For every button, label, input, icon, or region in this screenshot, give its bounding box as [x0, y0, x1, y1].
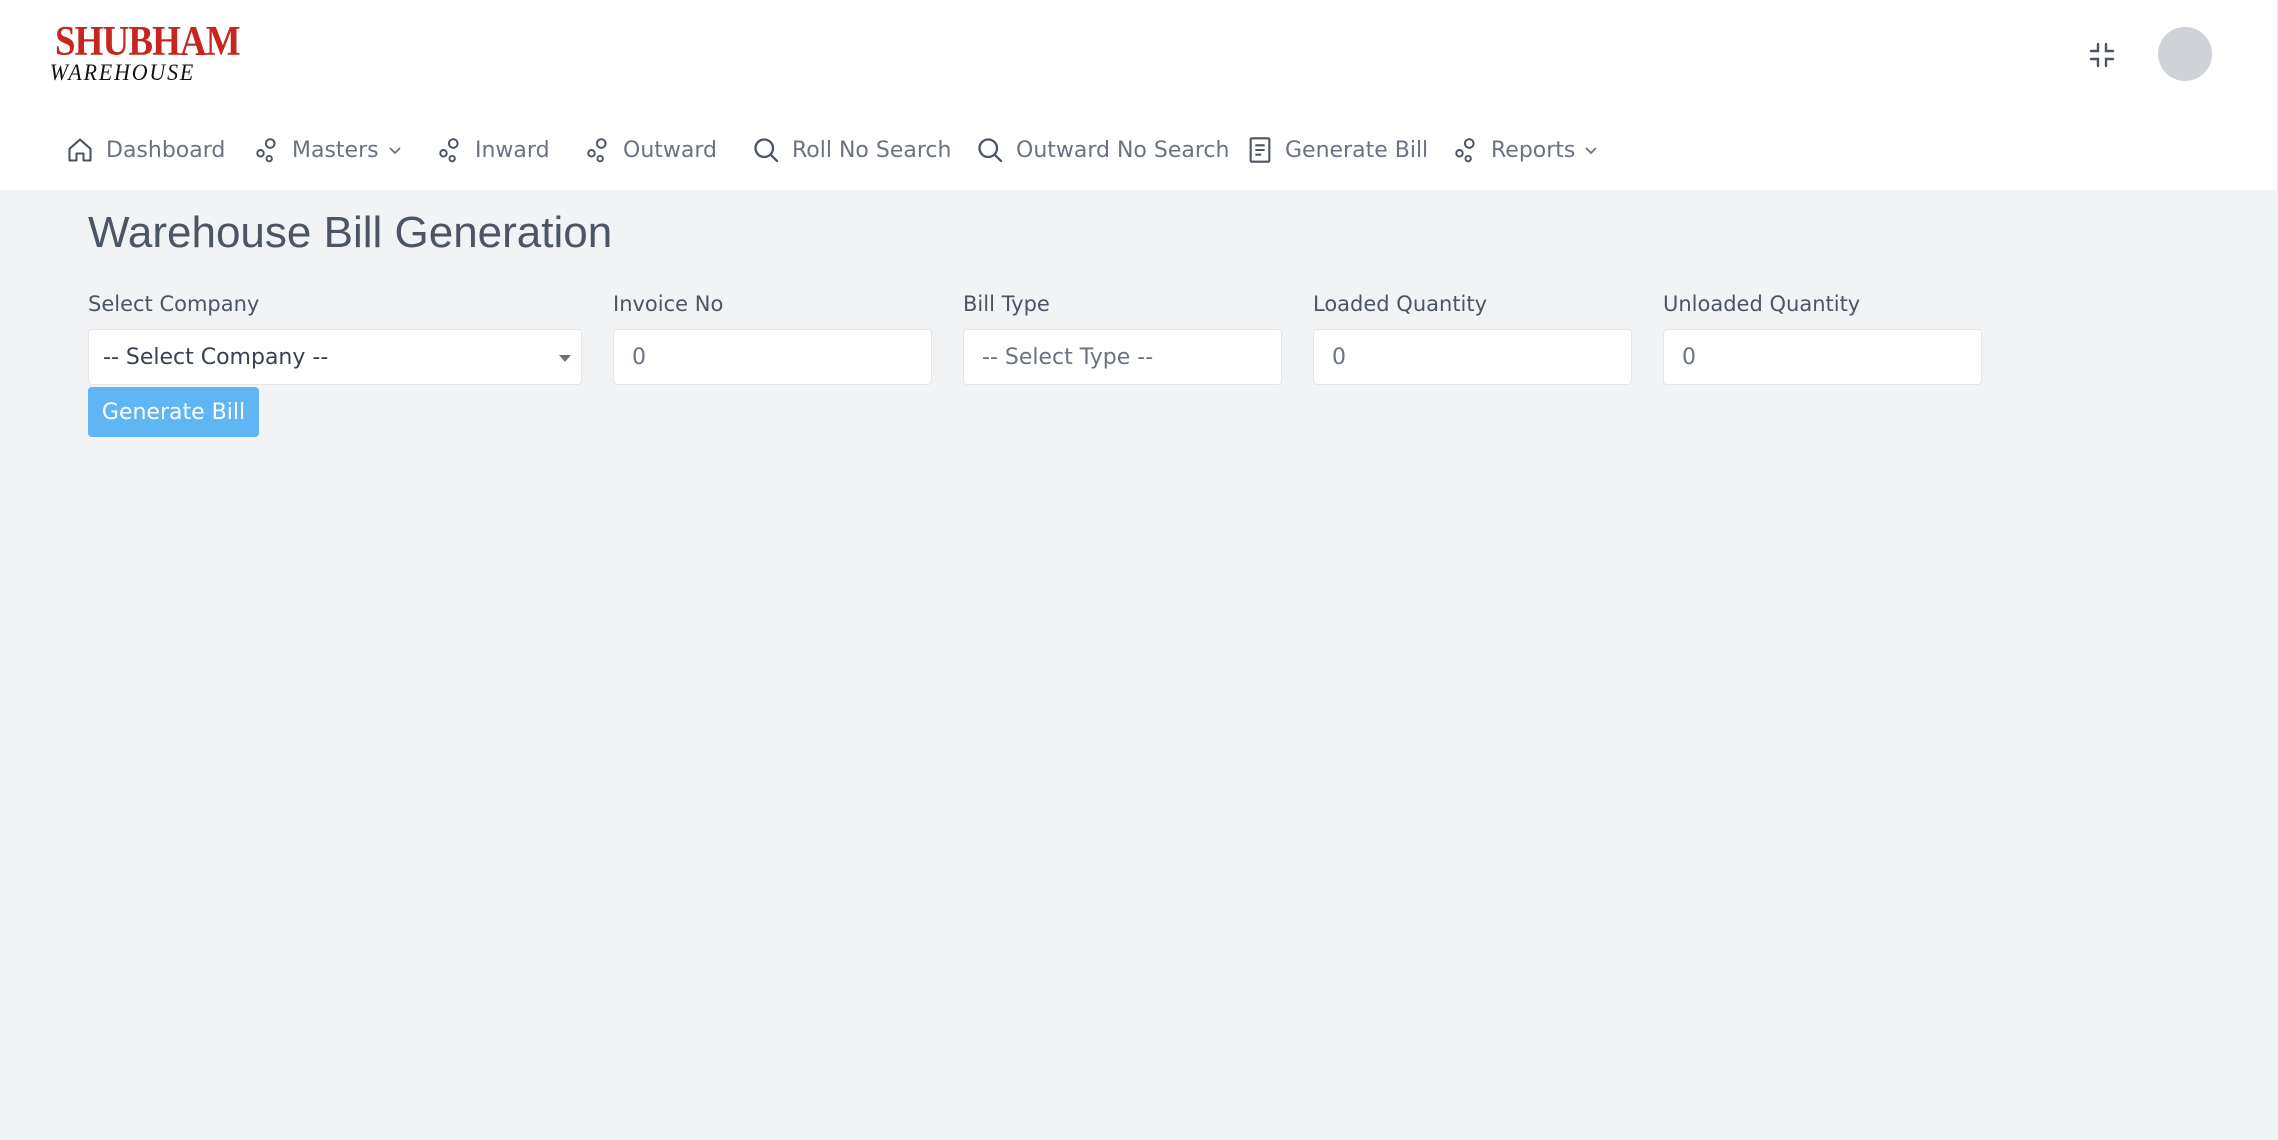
nodes-icon	[1455, 138, 1475, 163]
unloaded-quantity-label: Unloaded Quantity	[1663, 292, 1861, 316]
user-avatar[interactable]	[2158, 27, 2212, 81]
select-company-label: Select Company	[88, 292, 260, 316]
home-icon	[68, 138, 92, 162]
main-nav: Dashboard Masters Inward Outward Roll No…	[0, 128, 1700, 172]
nav-item-label: Generate Bill	[1285, 137, 1429, 163]
nav-item-generate-bill[interactable]: Generate Bill	[1247, 128, 1428, 172]
nav-item-roll-no-search[interactable]: Roll No Search	[752, 128, 951, 172]
exit-fullscreen-icon	[2089, 42, 2115, 68]
nav-item-label: Masters	[292, 137, 379, 163]
nav-item-masters[interactable]: Masters	[254, 128, 403, 172]
nodes-icon	[256, 138, 276, 163]
generate-bill-button[interactable]: Generate Bill	[88, 387, 259, 437]
select-company-dropdown[interactable]: -- Select Company --	[88, 329, 582, 385]
bill-type-select[interactable]: -- Select Type --	[963, 329, 1282, 385]
chevron-down-icon	[388, 147, 401, 155]
nav-item-outward-no-search[interactable]: Outward No Search	[976, 128, 1229, 172]
nav-item-label: Dashboard	[106, 137, 226, 163]
loaded-quantity-value: 0	[1332, 344, 1346, 370]
bill-type-label: Bill Type	[963, 292, 1050, 316]
nodes-icon	[587, 138, 607, 163]
nav-item-label: Outward	[623, 137, 717, 163]
unloaded-quantity-value: 0	[1682, 344, 1696, 370]
invoice-no-label: Invoice No	[613, 292, 724, 316]
page-title: Warehouse Bill Generation	[88, 208, 613, 257]
nav-item-label: Reports	[1491, 137, 1576, 163]
nav-item-label: Roll No Search	[792, 137, 952, 163]
chevron-down-icon	[1585, 147, 1598, 155]
brand-name-top: SHUBHAM	[55, 19, 241, 65]
brand-logo[interactable]: SHUBHAM WAREHOUSE	[46, 19, 241, 85]
brand-name-bottom: WAREHOUSE	[49, 60, 196, 85]
search-icon	[978, 138, 1003, 163]
document-icon	[1249, 137, 1271, 163]
exit-fullscreen-button[interactable]	[2085, 38, 2119, 72]
bill-type-value: -- Select Type --	[982, 344, 1154, 370]
unloaded-quantity-input[interactable]: 0	[1663, 329, 1982, 385]
select-company-value: -- Select Company --	[103, 344, 329, 370]
nodes-icon	[439, 138, 459, 163]
invoice-no-input[interactable]: 0	[613, 329, 932, 385]
nav-item-inward[interactable]: Inward	[437, 128, 550, 172]
top-header: SHUBHAM WAREHOUSE Dashboard Masters Inwa…	[0, 0, 2278, 190]
loaded-quantity-label: Loaded Quantity	[1313, 292, 1488, 316]
search-icon	[754, 138, 779, 163]
nav-item-label: Inward	[475, 137, 550, 163]
caret-down-icon	[559, 355, 571, 362]
invoice-no-value: 0	[632, 344, 646, 370]
nav-item-reports[interactable]: Reports	[1453, 128, 1599, 172]
nav-item-outward[interactable]: Outward	[585, 128, 717, 172]
nav-item-dashboard[interactable]: Dashboard	[66, 128, 225, 172]
loaded-quantity-input[interactable]: 0	[1313, 329, 1632, 385]
nav-item-label: Outward No Search	[1016, 137, 1230, 163]
